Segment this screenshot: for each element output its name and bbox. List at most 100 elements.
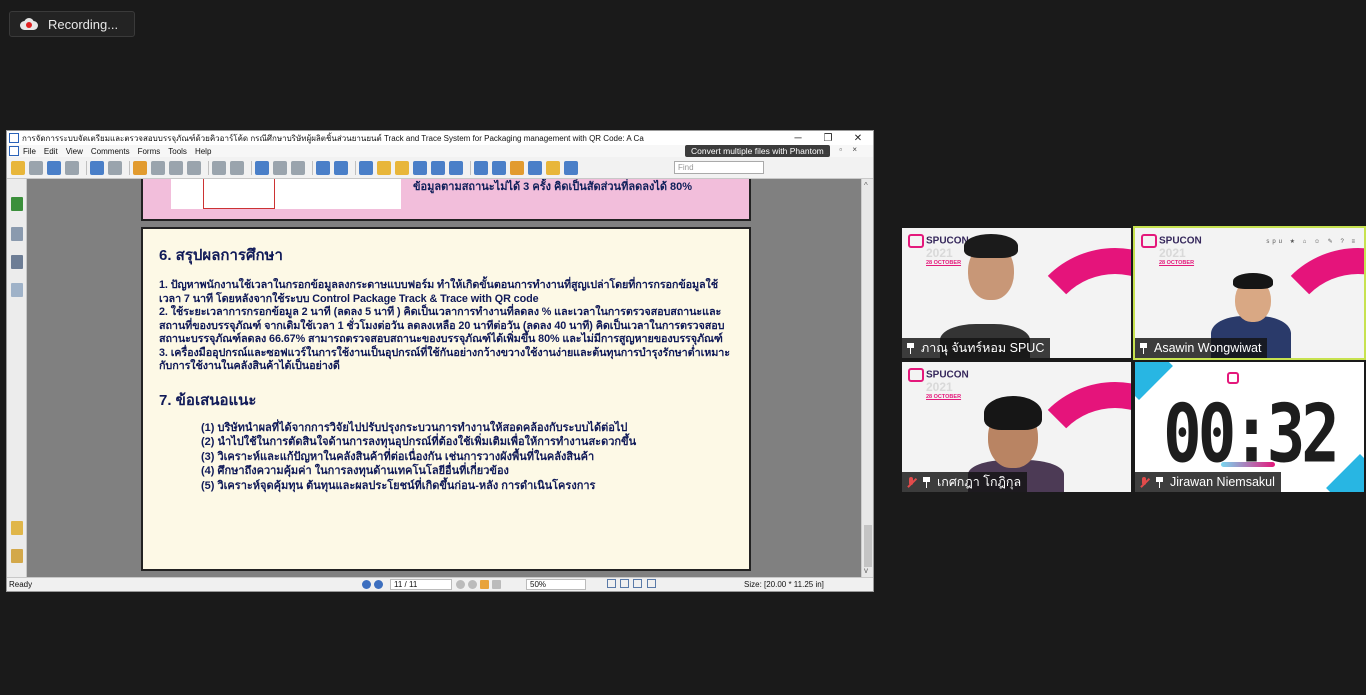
comments-icon[interactable] (11, 255, 23, 269)
scrollbar-thumb[interactable] (864, 525, 872, 567)
zoom-level-select[interactable]: 50% (526, 579, 586, 590)
page-navigator: 11 / 11 (362, 579, 504, 590)
video-tile-4[interactable]: 00:32 Jirawan Niemsakul (1135, 362, 1364, 492)
undo-icon[interactable] (212, 160, 226, 175)
video-tile-1[interactable]: SPUCON 2021 28 OCTOBER ภาณุ จันทร์หอม SPUC (902, 228, 1131, 358)
menu-edit[interactable]: Edit (44, 147, 58, 156)
menu-help[interactable]: Help (195, 147, 211, 156)
doc-window-controls[interactable]: _ ▫ × (825, 145, 861, 154)
menu-view[interactable]: View (66, 147, 83, 156)
zoom-icon[interactable] (255, 160, 269, 175)
pdf-viewer-window: การจัดการระบบจัดเตรียมและตรวจสอบบรรจุภัณ… (6, 130, 874, 592)
scroll-down-icon[interactable]: v (864, 566, 868, 575)
page-number-field[interactable]: 11 / 11 (390, 579, 452, 590)
first-page-icon[interactable] (362, 580, 371, 589)
save-icon[interactable] (29, 160, 43, 175)
back-icon[interactable] (133, 160, 147, 175)
attachments-icon[interactable] (11, 521, 23, 535)
copy-icon[interactable] (169, 160, 183, 175)
recording-label: Recording... (48, 16, 119, 32)
recommendation-item: (4) ศึกษาถึงความคุ้มค่า ในการลงทุนด้านเท… (201, 465, 509, 477)
typewriter-icon[interactable] (492, 160, 506, 175)
note-icon[interactable] (510, 160, 524, 175)
section-6-title: 6. สรุปผลการศึกษา (159, 247, 283, 264)
pin-icon (922, 476, 931, 488)
pdf-work-area: ข้อมูลตามสถานะไม่ได้ 3 ครั้ง คิดเป็นสัดส… (7, 179, 873, 577)
continuous-icon[interactable] (620, 579, 630, 588)
video-tile-3[interactable]: SPUCON 2021 28 OCTOBER เกศกฎา โกฎิกุล (902, 362, 1131, 492)
menu-forms[interactable]: Forms (138, 147, 161, 156)
continuous-facing-icon[interactable] (646, 579, 656, 588)
prev-page-status-icon[interactable] (374, 580, 383, 589)
edit-tool-icon[interactable] (474, 160, 488, 175)
timer-progress-bar (1221, 462, 1275, 467)
email-icon[interactable] (65, 160, 79, 175)
summary-point-2: 2. ใช้ระยะเวลาการกรอกข้อมูล 2 นาที (ลดลง… (159, 306, 725, 345)
next-page-icon[interactable] (108, 160, 122, 175)
recommendations-list: (1) บริษัทนำผลที่ได้จากการวิจัยไปปรับปรุ… (159, 421, 733, 494)
vertical-scrollbar[interactable]: ^ v (861, 179, 873, 577)
document-view[interactable]: ข้อมูลตามสถานะไม่ได้ 3 ครั้ง คิดเป็นสัดส… (27, 179, 861, 577)
pdf-window-title: การจัดการระบบจัดเตรียมและตรวจสอบบรรจุภัณ… (22, 133, 644, 143)
page-layout-controls (607, 579, 658, 590)
pointer-tool-icon[interactable] (395, 160, 409, 175)
navigation-panel (7, 179, 27, 577)
close-button[interactable]: ✕ (843, 133, 873, 144)
menu-tools[interactable]: Tools (168, 147, 187, 156)
hand-tool-icon[interactable] (359, 160, 373, 175)
menu-file[interactable]: File (23, 147, 36, 156)
pdf-toolbar: Find (7, 157, 873, 179)
participant-nametag: ภาณุ จันทร์หอม SPUC (902, 338, 1051, 358)
textbox-icon[interactable] (528, 160, 542, 175)
last-page-icon[interactable] (468, 580, 477, 589)
open-icon[interactable] (11, 160, 25, 175)
event-logo-icon (1227, 372, 1267, 388)
slide-page: 6. สรุปผลการศึกษา 1. ปัญหาพนักงานใช้เวลา… (141, 227, 751, 571)
callout-icon[interactable] (546, 160, 560, 175)
participant-nametag: Jirawan Niemsakul (1135, 472, 1281, 492)
text-tool-icon[interactable] (431, 160, 445, 175)
find-input[interactable]: Find (674, 161, 764, 174)
zoom-out-icon[interactable] (316, 160, 330, 175)
muted-mic-icon (1139, 476, 1149, 488)
paste-icon[interactable] (187, 160, 201, 175)
paperclip-icon[interactable] (11, 549, 23, 563)
fit-width-icon[interactable] (291, 160, 305, 175)
facing-icon[interactable] (633, 579, 643, 588)
forward-view-icon[interactable] (492, 580, 501, 589)
fit-page-icon[interactable] (273, 160, 287, 175)
image-tool-icon[interactable] (449, 160, 463, 175)
video-tile-2[interactable]: SPUCON 2021 28 OCTOBER spu ★ ⌂ ☺ ✎ ? ≡ Asa… (1133, 226, 1366, 360)
pdf-status-bar: Ready 11 / 11 50% Size: [20.00 * 11.25 i… (7, 577, 873, 591)
arrow-tool-icon[interactable] (564, 160, 578, 175)
single-page-icon[interactable] (607, 579, 616, 588)
pin-icon (1139, 342, 1148, 354)
minimize-button[interactable]: ─ (783, 133, 813, 144)
menu-comments[interactable]: Comments (91, 147, 130, 156)
prev-page-icon[interactable] (90, 160, 104, 175)
recording-indicator[interactable]: Recording... (9, 11, 135, 37)
zoom-in-icon[interactable] (334, 160, 348, 175)
spucon-logo: SPUCON 2021 28 OCTOBER (908, 368, 969, 402)
meeting-screen: Recording... การจัดการระบบจัดเตรียมและตร… (0, 0, 1366, 695)
select-tool-icon[interactable] (377, 160, 391, 175)
phantom-banner[interactable]: Convert multiple files with Phantom (685, 145, 830, 157)
recommendation-item: (2) นำไปใช้ในการตัดสินใจด้านการลงทุนอุปก… (201, 436, 637, 448)
muted-mic-icon (906, 476, 916, 488)
forward-icon[interactable] (151, 160, 165, 175)
pages-icon[interactable] (11, 227, 23, 241)
previous-slide-fragment: ข้อมูลตามสถานะไม่ได้ 3 ครั้ง คิดเป็นสัดส… (141, 179, 751, 221)
scroll-up-icon[interactable]: ^ (864, 181, 868, 190)
bookmarks-icon[interactable] (11, 197, 23, 211)
participant-nametag: เกศกฎา โกฎิกุล (902, 472, 1028, 492)
maximize-button[interactable]: ❐ (813, 133, 843, 144)
layers-icon[interactable] (11, 283, 23, 297)
find-tool-icon[interactable] (413, 160, 427, 175)
next-page-status-icon[interactable] (456, 580, 465, 589)
doc-icon (9, 146, 19, 156)
pdf-title-bar[interactable]: การจัดการระบบจัดเตรียมและตรวจสอบบรรจุภัณ… (7, 131, 873, 145)
redo-icon[interactable] (230, 160, 244, 175)
section-7-title: 7. ข้อเสนอแนะ (159, 391, 257, 409)
back-view-icon[interactable] (480, 580, 489, 589)
print-icon[interactable] (47, 160, 61, 175)
